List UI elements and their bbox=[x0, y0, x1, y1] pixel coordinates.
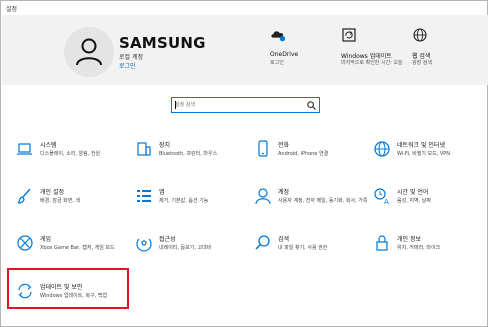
category-system[interactable]: 시스템 디스플레이, 소리, 알림, 전원 bbox=[16, 140, 128, 176]
category-gaming[interactable]: 게임 Xbox Game Bar, 캡처, 게임 모드 bbox=[16, 234, 128, 270]
category-phone[interactable]: 전화 Android, iPhone 연결 bbox=[254, 140, 366, 176]
category-apps[interactable]: 앱 제거, 기본값, 옵션 기능 bbox=[135, 187, 247, 223]
category-title: 장치 bbox=[159, 142, 171, 149]
category-title: 게임 bbox=[40, 236, 52, 243]
account-header: SAMSUNG 로컬 계정 로그인 OneDrive 로그인 Windows 업… bbox=[2, 15, 488, 85]
brush-icon bbox=[17, 188, 31, 204]
category-title: 시간 및 언어 bbox=[397, 189, 429, 196]
category-title: 전화 bbox=[278, 142, 290, 149]
user-icon bbox=[76, 38, 102, 66]
window-title: 설정 bbox=[6, 6, 18, 13]
category-description: 디스플레이, 소리, 알림, 전원 bbox=[40, 151, 101, 157]
quick-action-subtitle: 로그인 bbox=[270, 60, 284, 66]
category-title: 개인 정보 bbox=[397, 236, 421, 243]
avatar[interactable] bbox=[64, 27, 114, 77]
svg-text:A: A bbox=[384, 198, 389, 205]
person-icon bbox=[255, 188, 271, 205]
category-time-language[interactable]: A 시간 및 언어 음성, 지역, 날짜 bbox=[373, 187, 485, 223]
category-description: 내레이터, 돋보기, 고대비 bbox=[159, 245, 212, 251]
settings-window: 설정 SAMSUNG 로컬 계정 로그인 OneDrive 로그인 Window… bbox=[0, 0, 488, 327]
category-search[interactable]: 검색 내 파일 찾기, 사용 권한 bbox=[254, 234, 366, 270]
category-devices[interactable]: 장치 Bluetooth, 프린터, 마우스 bbox=[135, 140, 247, 176]
phone-icon bbox=[258, 140, 268, 157]
category-description: 배경, 잠금 화면, 색 bbox=[40, 198, 81, 204]
category-title: 검색 bbox=[278, 236, 290, 243]
category-personalization[interactable]: 개인 설정 배경, 잠금 화면, 색 bbox=[16, 187, 128, 223]
laptop-icon bbox=[17, 143, 32, 155]
quick-action-title: OneDrive bbox=[270, 51, 299, 58]
lock-icon bbox=[376, 235, 388, 251]
category-description: 음성, 지역, 날짜 bbox=[397, 198, 431, 204]
time-language-icon: A bbox=[374, 188, 389, 205]
account-name: SAMSUNG bbox=[119, 34, 206, 52]
category-description: Bluetooth, 프린터, 마우스 bbox=[159, 151, 218, 157]
category-description: 위치, 카메라, 마이크 bbox=[397, 245, 441, 251]
category-description: 내 파일 찾기, 사용 권한 bbox=[278, 245, 328, 251]
ease-of-access-icon bbox=[136, 238, 152, 252]
category-title: 개인 설정 bbox=[40, 189, 64, 196]
category-privacy[interactable]: 개인 정보 위치, 카메라, 마이크 bbox=[373, 234, 485, 270]
search-input[interactable] bbox=[175, 100, 303, 110]
category-title: 네트워크 및 인터넷 bbox=[397, 142, 445, 149]
category-description: Wi-Fi, 비행기 모드, VPN bbox=[397, 151, 451, 157]
category-accounts[interactable]: 계정 사용자 계정, 전자 메일, 동기화, 회사, 가족 bbox=[254, 187, 368, 223]
xbox-icon bbox=[17, 235, 33, 251]
globe-icon bbox=[374, 141, 390, 157]
refresh-icon bbox=[342, 28, 356, 42]
category-ease-of-access[interactable]: 접근성 내레이터, 돋보기, 고대비 bbox=[135, 234, 247, 270]
category-title: 계정 bbox=[278, 189, 290, 196]
globe-icon bbox=[413, 28, 427, 42]
cloud-icon bbox=[271, 31, 286, 42]
account-type: 로컬 계정 bbox=[119, 54, 143, 61]
category-title: 시스템 bbox=[40, 142, 57, 149]
highlight-box bbox=[7, 268, 129, 309]
category-description: 사용자 계정, 전자 메일, 동기화, 회사, 가족 bbox=[278, 198, 368, 204]
quick-action-subtitle: 광장 검색 bbox=[412, 60, 432, 66]
category-network-internet[interactable]: 네트워크 및 인터넷 Wi-Fi, 비행기 모드, VPN bbox=[373, 140, 485, 176]
category-description: Android, iPhone 연결 bbox=[278, 151, 329, 157]
category-title: 앱 bbox=[159, 189, 165, 196]
devices-icon bbox=[137, 142, 151, 156]
category-description: 제거, 기본값, 옵션 기능 bbox=[159, 198, 209, 204]
search-icon[interactable] bbox=[307, 101, 316, 110]
category-title: 접근성 bbox=[159, 236, 176, 243]
login-link[interactable]: 로그인 bbox=[119, 61, 136, 70]
category-description: Xbox Game Bar, 캡처, 게임 모드 bbox=[40, 245, 115, 251]
quick-action-subtitle: 마지막으로 확인한 시간: 오늘 bbox=[341, 60, 403, 66]
apps-icon bbox=[137, 190, 151, 202]
search-icon bbox=[255, 235, 270, 250]
settings-search-box[interactable] bbox=[171, 97, 320, 113]
